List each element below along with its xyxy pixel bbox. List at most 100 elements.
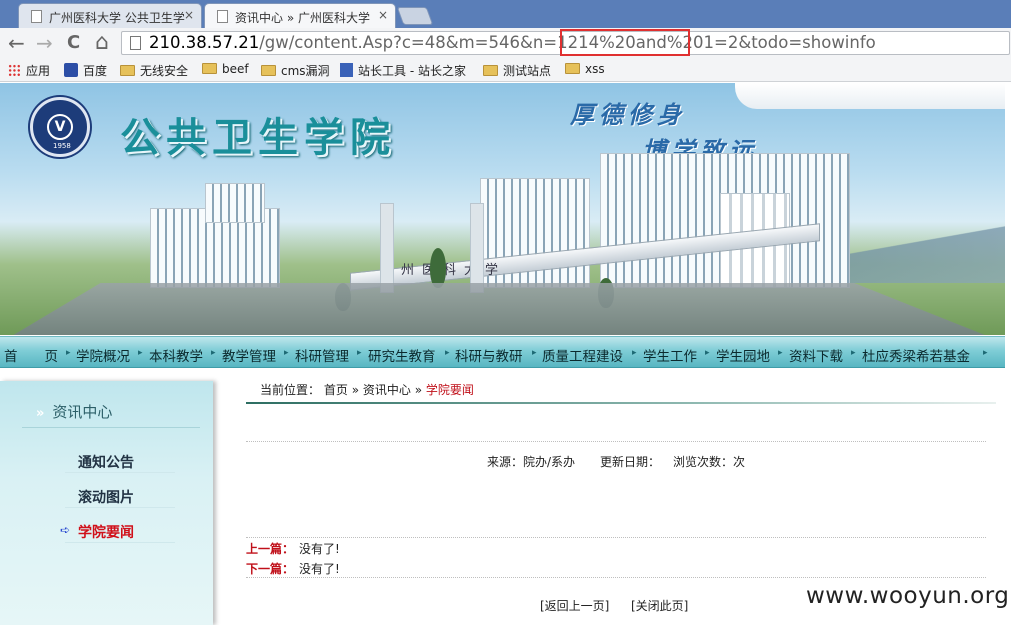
sidebar-divider (22, 427, 200, 428)
prev-article-value: 没有了! (299, 542, 340, 556)
wooyun-watermark: www.wooyun.org (806, 583, 1010, 609)
page-icon (217, 10, 228, 23)
sidebar-item-underline (65, 507, 175, 508)
site-icon (340, 63, 353, 77)
gate-pillar-left (380, 203, 394, 293)
bookmark-beef[interactable]: beef (202, 62, 249, 76)
bookmark-wireless-security[interactable]: 无线安全 (120, 62, 188, 79)
nav-separator: ▸ (532, 348, 537, 358)
sidebar-item-college-news[interactable]: 学院要闻 (78, 522, 134, 542)
close-tab-icon[interactable]: × (184, 8, 194, 22)
left-sidebar: » 资讯中心 通知公告 滚动图片 学院要闻 (0, 381, 213, 625)
tab-title: 广州医科大学 公共卫生学 (49, 11, 185, 25)
nav-separator: ▸ (66, 348, 71, 358)
close-page-link[interactable]: [关闭此页] (631, 597, 688, 614)
breadcrumb-current: 学院要闻 (425, 383, 474, 397)
tab-title: 资讯中心 » 广州医科大学 (235, 11, 370, 25)
sidebar-item-notices[interactable]: 通知公告 (78, 452, 134, 472)
bookmark-chinaz-tools[interactable]: 站长工具 - 站长之家 (340, 62, 466, 79)
main-nav: 首 页 ▸ 学院概况 ▸ 本科教学 ▸ 教学管理 ▸ 科研管理 ▸ 研究生教育 … (0, 336, 1005, 368)
back-to-previous-link[interactable]: [返回上一页] (540, 597, 609, 614)
college-title: 公共卫生学院 (120, 114, 396, 161)
nav-separator: ▸ (357, 348, 362, 358)
breadcrumb-separator: » (351, 383, 360, 397)
dotted-divider (246, 441, 986, 442)
nav-fund[interactable]: 杜应秀梁希若基金 (862, 345, 970, 365)
slogan-line-1: 厚德修身 (570, 100, 686, 129)
sidebar-item-rolling-images[interactable]: 滚动图片 (78, 487, 134, 507)
gate-pillar-right (470, 203, 484, 293)
nav-separator: ▸ (284, 348, 289, 358)
reload-icon[interactable]: C (67, 31, 80, 55)
breadcrumb-separator: » (414, 383, 423, 397)
dotted-divider (246, 577, 986, 578)
building-left-top (205, 183, 265, 223)
folder-icon (120, 65, 135, 76)
apps-grid-icon (8, 64, 21, 77)
bookmark-apps[interactable]: 应用 (8, 62, 50, 79)
tab-news-center[interactable]: 资讯中心 » 广州医科大学 × (204, 3, 396, 28)
pointer-hand-icon: ➪ (60, 523, 71, 537)
nav-graduate[interactable]: 研究生教育 (368, 345, 436, 365)
site-banner: V 1958 公共卫生学院 厚德修身 博学致远 广州医科大学 (0, 83, 1005, 335)
nav-teaching-mgmt[interactable]: 教学管理 (222, 345, 276, 365)
nav-separator: ▸ (138, 348, 143, 358)
nav-separator: ▸ (705, 348, 710, 358)
folder-icon (565, 63, 580, 74)
nav-about[interactable]: 学院概况 (76, 345, 130, 365)
dotted-divider (246, 537, 986, 538)
nav-separator: ▸ (983, 348, 988, 358)
sidebar-item-underline (65, 472, 175, 473)
page-icon (31, 10, 42, 23)
double-chevron-icon: » (36, 406, 45, 421)
nav-research-mgmt[interactable]: 科研管理 (295, 345, 349, 365)
forward-arrow-icon[interactable]: → (36, 31, 53, 55)
page-info-icon[interactable] (130, 36, 141, 50)
tree (430, 248, 446, 288)
nav-research-teaching[interactable]: 科研与教研 (455, 345, 523, 365)
prev-article-label: 上一篇： (246, 542, 295, 556)
article-update-date: 更新日期： (600, 455, 661, 469)
article-source: 来源：院办/系办 (487, 455, 576, 469)
logo-year: 1958 (53, 142, 71, 150)
bookmark-cms-vuln[interactable]: cms漏洞 (261, 62, 330, 79)
next-article-label: 下一篇： (246, 562, 295, 576)
nav-quality-project[interactable]: 质量工程建设 (542, 345, 623, 365)
back-arrow-icon[interactable]: ← (8, 31, 25, 55)
nav-downloads[interactable]: 资料下载 (789, 345, 843, 365)
url-host: 210.38.57.21 (149, 33, 260, 52)
plaza-ground (0, 283, 1005, 335)
university-logo: V 1958 (30, 97, 90, 157)
nav-separator: ▸ (632, 348, 637, 358)
article-view-count: 浏览次数：次 (673, 455, 746, 469)
tab-strip: 广州医科大学 公共卫生学 × 资讯中心 » 广州医科大学 × (0, 0, 1011, 28)
nav-undergrad[interactable]: 本科教学 (149, 345, 203, 365)
url-path: /gw/content.Asp?c=48&m=546&n=1214%20and%… (259, 33, 876, 52)
bookmark-test-sites[interactable]: 测试站点 (483, 62, 551, 79)
next-article-value: 没有了! (299, 562, 340, 576)
nav-student-work[interactable]: 学生工作 (643, 345, 697, 365)
nav-student-garden[interactable]: 学生园地 (716, 345, 770, 365)
home-icon[interactable]: ⌂ (95, 31, 109, 55)
nav-separator: ▸ (851, 348, 856, 358)
sidebar-item-underline (65, 542, 175, 543)
close-tab-icon[interactable]: × (378, 8, 388, 22)
breadcrumb-home[interactable]: 首页 (324, 383, 348, 397)
nav-separator: ▸ (445, 348, 450, 358)
folder-icon (483, 65, 498, 76)
bookmark-xss[interactable]: xss (565, 62, 605, 76)
folder-icon (261, 65, 276, 76)
bookmarks-bar: 应用 百度 无线安全 beef cms漏洞 站长工具 - 站长之家 测试站点 x… (0, 58, 1011, 82)
breadcrumb-section[interactable]: 资讯中心 (363, 383, 411, 397)
new-tab-button[interactable] (396, 7, 434, 25)
bookmark-baidu[interactable]: 百度 (64, 62, 107, 79)
logo-emblem-icon: V (47, 114, 73, 140)
breadcrumb: 当前位置： 首页 » 资讯中心 » 学院要闻 (260, 381, 474, 398)
address-bar[interactable]: 210.38.57.21/gw/content.Asp?c=48&m=546&n… (121, 31, 1010, 55)
breadcrumb-underline (246, 402, 996, 404)
nav-separator: ▸ (778, 348, 783, 358)
nav-home[interactable]: 首 页 (4, 345, 58, 365)
sidebar-heading: » 资讯中心 (36, 401, 112, 422)
tab-gzmu-public-health[interactable]: 广州医科大学 公共卫生学 × (18, 3, 202, 28)
breadcrumb-prefix: 当前位置： (260, 383, 321, 397)
